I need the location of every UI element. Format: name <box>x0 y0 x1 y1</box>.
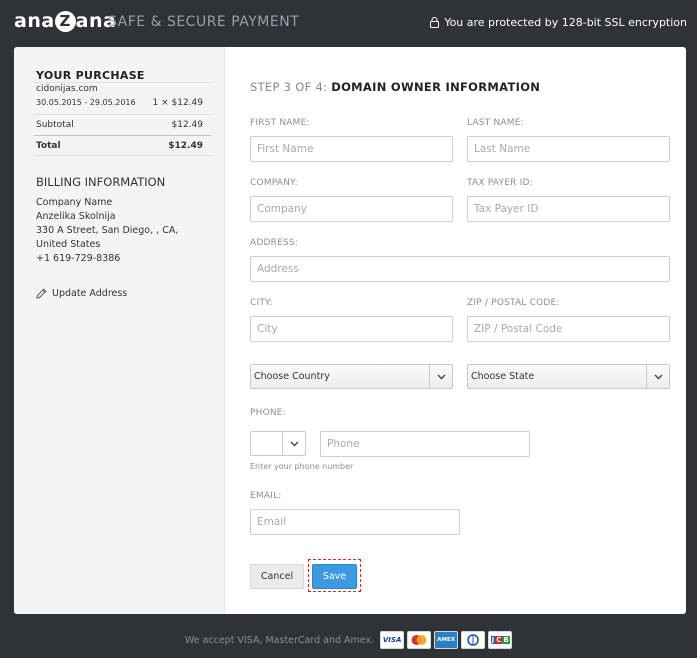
update-address-link[interactable]: Update Address <box>36 288 127 299</box>
tagline: SAFE & SECURE PAYMENT <box>108 14 300 30</box>
step-title: DOMAIN OWNER INFORMATION <box>331 80 541 94</box>
amex-icon: AMEX <box>434 631 459 649</box>
purchase-domain: cidonijas.com <box>36 84 98 94</box>
tax-id-field[interactable] <box>467 196 670 222</box>
subtotal-label: Subtotal <box>36 120 74 130</box>
jcb-stripe-b: B <box>502 636 510 644</box>
visa-label: VISA <box>382 636 402 644</box>
phone-field[interactable] <box>320 431 530 457</box>
billing-phone: +1 619-729-8386 <box>36 253 121 264</box>
email-field[interactable] <box>250 509 460 535</box>
total-row: Total $12.49 <box>36 141 203 151</box>
step-heading: STEP 3 OF 4: DOMAIN OWNER INFORMATION <box>250 80 540 94</box>
cancel-button[interactable]: Cancel <box>250 564 304 589</box>
last-name-field[interactable] <box>467 136 670 162</box>
divider <box>34 135 211 136</box>
mastercard-icon <box>407 631 432 649</box>
purchase-title: YOUR PURCHASE <box>36 69 145 82</box>
jcb-stripe-c: C <box>495 636 503 644</box>
billing-title: BILLING INFORMATION <box>36 175 166 189</box>
company-field[interactable] <box>250 196 453 222</box>
city-label: CITY: <box>250 298 273 308</box>
state-select-value: Choose State <box>471 371 535 382</box>
amex-label: AMEX <box>437 637 455 643</box>
subtotal-value: $12.49 <box>171 120 204 130</box>
divider <box>34 114 211 115</box>
country-select-value: Choose Country <box>254 371 330 382</box>
billing-name: Anzelika Skolnija <box>36 211 116 222</box>
divider <box>34 82 211 83</box>
chevron-down-icon <box>646 365 669 388</box>
company-label: COMPANY: <box>250 178 298 188</box>
billing-address: 330 A Street, San Diego, , CA, United St… <box>36 225 179 250</box>
checkout-card: YOUR PURCHASE cidonijas.com 30.05.2015 -… <box>14 47 686 614</box>
chevron-down-icon <box>282 432 305 455</box>
billing-details: Company Name Anzelika Skolnija 330 A Str… <box>36 196 211 266</box>
lock-icon <box>430 17 440 28</box>
jcb-icon: JCB <box>488 631 513 649</box>
diners-club-icon <box>461 631 486 649</box>
logo: ana Zana <box>14 10 116 32</box>
total-value: $12.49 <box>168 141 203 151</box>
pencil-icon <box>36 288 47 299</box>
address-label: ADDRESS: <box>250 238 299 248</box>
order-summary-sidebar: YOUR PURCHASE cidonijas.com 30.05.2015 -… <box>14 47 225 614</box>
purchase-period: 30.05.2015 - 29.05.2016 <box>36 98 136 107</box>
purchase-qty-price: 1 × $12.49 <box>152 98 203 108</box>
total-label: Total <box>36 141 61 151</box>
purchase-item-row: 30.05.2015 - 29.05.2016 1 × $12.49 <box>36 98 203 108</box>
phone-country-code-select[interactable] <box>250 431 306 456</box>
owner-form: STEP 3 OF 4: DOMAIN OWNER INFORMATION FI… <box>250 47 686 614</box>
zip-field[interactable] <box>467 316 670 342</box>
address-field[interactable] <box>250 256 670 282</box>
logo-text-start: ana <box>14 10 55 32</box>
footer: We accept VISA, MasterCard and Amex. VIS… <box>0 628 697 652</box>
country-select[interactable]: Choose Country <box>250 364 453 389</box>
chevron-down-icon <box>429 365 452 388</box>
city-field[interactable] <box>250 316 453 342</box>
step-number: STEP 3 OF 4: <box>250 80 328 94</box>
tax-id-label: TAX PAYER ID: <box>467 178 533 188</box>
visa-icon: VISA <box>380 631 405 649</box>
phone-label: PHONE: <box>250 408 286 418</box>
top-bar: ana Zana SAFE & SECURE PAYMENT You are pr… <box>0 0 697 46</box>
billing-company: Company Name <box>36 197 113 208</box>
update-address-label: Update Address <box>52 288 128 299</box>
save-button[interactable]: Save <box>312 564 357 589</box>
ssl-notice: You are protected by 128-bit SSL encrypt… <box>430 16 687 29</box>
ssl-text: You are protected by 128-bit SSL encrypt… <box>444 16 687 29</box>
first-name-label: FIRST NAME: <box>250 118 310 128</box>
accepted-cards-text: We accept VISA, MasterCard and Amex. <box>184 634 375 646</box>
zip-label: ZIP / POSTAL CODE: <box>467 298 560 308</box>
first-name-field[interactable] <box>250 136 453 162</box>
last-name-label: LAST NAME: <box>467 118 524 128</box>
email-label: EMAIL: <box>250 491 282 501</box>
logo-z-mark: Z <box>54 11 76 32</box>
subtotal-row: Subtotal $12.49 <box>36 120 203 130</box>
phone-hint: Enter your phone number <box>250 462 354 471</box>
state-select[interactable]: Choose State <box>467 364 670 389</box>
divider <box>34 155 211 156</box>
